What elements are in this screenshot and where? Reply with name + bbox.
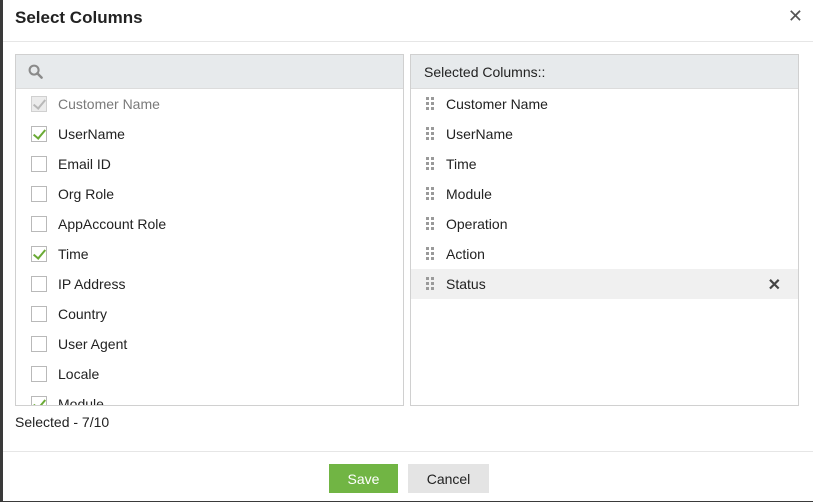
available-columns-panel: Customer Name UserName Email ID Org Role App… — [15, 54, 404, 406]
search-icon — [28, 64, 43, 79]
selected-column-item[interactable]: Module — [411, 179, 798, 209]
selected-column-label: Status — [446, 276, 486, 292]
selected-column-label: Operation — [446, 216, 508, 232]
selected-column-label: UserName — [446, 126, 513, 142]
select-columns-dialog: Select Columns ✕ Customer Name UserName Em… — [3, 0, 813, 501]
column-option-label: User Agent — [58, 336, 128, 352]
column-checkbox[interactable] — [31, 396, 47, 405]
selected-column-item[interactable]: Time — [411, 149, 798, 179]
drag-handle-icon[interactable] — [426, 97, 434, 111]
column-option: Customer Name — [16, 89, 403, 119]
column-checkbox[interactable] — [31, 306, 47, 322]
dialog-footer: Save Cancel — [3, 451, 813, 502]
column-option-label: Module — [58, 396, 104, 406]
column-option[interactable]: Locale — [16, 359, 403, 389]
search-input[interactable] — [52, 59, 396, 85]
drag-handle-icon[interactable] — [426, 187, 434, 201]
dialog-title: Select Columns — [15, 8, 143, 27]
column-option[interactable]: IP Address — [16, 269, 403, 299]
selected-column-item[interactable]: UserName — [411, 119, 798, 149]
remove-column-icon[interactable]: ✕ — [768, 275, 781, 295]
search-bar — [16, 55, 403, 89]
column-checkbox[interactable] — [31, 336, 47, 352]
column-checkbox[interactable] — [31, 276, 47, 292]
column-checkbox[interactable] — [31, 126, 47, 142]
drag-handle-icon[interactable] — [426, 277, 434, 291]
selected-column-label: Module — [446, 186, 492, 202]
selected-column-label: Time — [446, 156, 477, 172]
save-button[interactable]: Save — [329, 464, 398, 493]
selected-column-item[interactable]: Action — [411, 239, 798, 269]
column-option[interactable]: AppAccount Role — [16, 209, 403, 239]
column-option-label: IP Address — [58, 276, 126, 292]
selected-column-label: Action — [446, 246, 485, 262]
column-option[interactable]: Org Role — [16, 179, 403, 209]
column-option-label: UserName — [58, 126, 125, 142]
column-option-label: Org Role — [58, 186, 115, 202]
selected-column-item[interactable]: Operation — [411, 209, 798, 239]
column-option-label: Email ID — [58, 156, 111, 172]
column-option[interactable]: Email ID — [16, 149, 403, 179]
selected-columns-panel: Selected Columns:: Customer NameUserName… — [410, 54, 799, 406]
column-option[interactable]: UserName — [16, 119, 403, 149]
drag-handle-icon[interactable] — [426, 247, 434, 261]
column-checkbox[interactable] — [31, 366, 47, 382]
column-option-label: Locale — [58, 366, 100, 382]
column-options-list: Customer Name UserName Email ID Org Role App… — [16, 89, 403, 406]
close-icon[interactable]: ✕ — [788, 6, 803, 26]
column-option[interactable]: Country — [16, 299, 403, 329]
column-option-label: Customer Name — [58, 96, 160, 112]
dialog-header: Select Columns ✕ — [3, 0, 813, 42]
selected-column-item[interactable]: Status ✕ — [411, 269, 798, 299]
column-option-label: Time — [58, 246, 89, 262]
selected-column-item[interactable]: Customer Name — [411, 89, 798, 119]
drag-handle-icon[interactable] — [426, 157, 434, 171]
column-option-label: AppAccount Role — [58, 216, 167, 232]
column-checkbox[interactable] — [31, 156, 47, 172]
column-option[interactable]: Time — [16, 239, 403, 269]
selected-columns-list: Customer Name UserName Time Module Operation… — [411, 89, 798, 299]
selected-count: Selected - 7/10 — [15, 414, 110, 430]
column-option[interactable]: Module — [16, 389, 403, 406]
drag-handle-icon[interactable] — [426, 127, 434, 141]
drag-handle-icon[interactable] — [426, 217, 434, 231]
column-option[interactable]: User Agent — [16, 329, 403, 359]
column-checkbox[interactable] — [31, 246, 47, 262]
column-checkbox[interactable] — [31, 186, 47, 202]
column-checkbox — [31, 96, 47, 112]
column-option-label: Country — [58, 306, 108, 322]
column-checkbox[interactable] — [31, 216, 47, 232]
selected-column-label: Customer Name — [446, 96, 548, 112]
selected-columns-header: Selected Columns:: — [411, 55, 798, 89]
cancel-button[interactable]: Cancel — [408, 464, 489, 493]
